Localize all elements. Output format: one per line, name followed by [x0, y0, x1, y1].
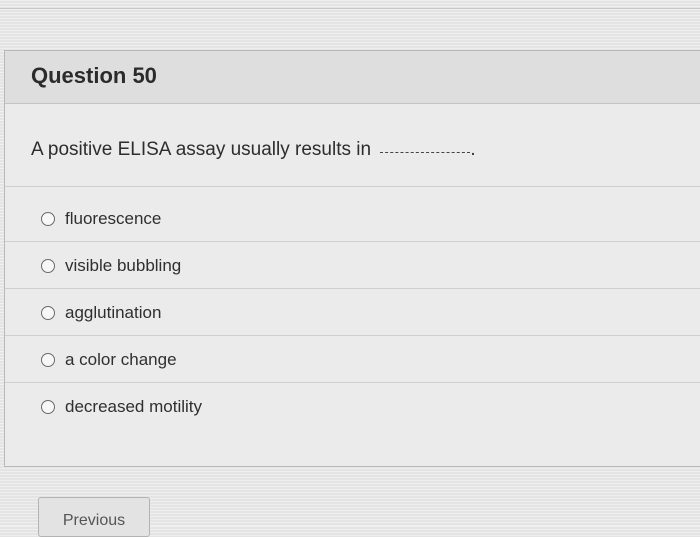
radio-button[interactable] — [41, 212, 55, 226]
radio-button[interactable] — [41, 259, 55, 273]
option-label: agglutination — [65, 303, 162, 322]
option-visible-bubbling[interactable]: visible bubbling — [41, 256, 181, 276]
option-label: fluorescence — [65, 209, 162, 228]
question-title: Question 50 — [31, 63, 157, 88]
radio-button[interactable] — [41, 306, 55, 320]
answer-blank — [380, 152, 471, 153]
previous-button[interactable]: Previous — [38, 497, 150, 537]
option-label: decreased motility — [65, 397, 203, 416]
question-card: Question 50 A positive ELISA assay usual… — [4, 50, 700, 467]
radio-button[interactable] — [41, 353, 55, 367]
question-prompt-text: A positive ELISA assay usually results i… — [31, 139, 372, 160]
divider — [5, 288, 700, 289]
option-decreased-motility[interactable]: decreased motility — [41, 397, 202, 417]
option-label: a color change — [65, 350, 177, 369]
divider — [5, 186, 700, 187]
divider — [5, 382, 700, 383]
option-fluorescence[interactable]: fluorescence — [41, 209, 161, 229]
option-agglutination[interactable]: agglutination — [41, 303, 161, 323]
option-label: visible bubbling — [65, 256, 182, 275]
option-a-color-change[interactable]: a color change — [41, 350, 177, 370]
radio-button[interactable] — [41, 400, 55, 414]
divider — [5, 335, 700, 336]
answer-blank-period: . — [470, 139, 476, 160]
question-header: Question 50 — [5, 51, 700, 104]
divider — [5, 241, 700, 242]
top-border-line — [0, 8, 700, 9]
question-prompt: A positive ELISA assay usually results i… — [31, 139, 476, 161]
